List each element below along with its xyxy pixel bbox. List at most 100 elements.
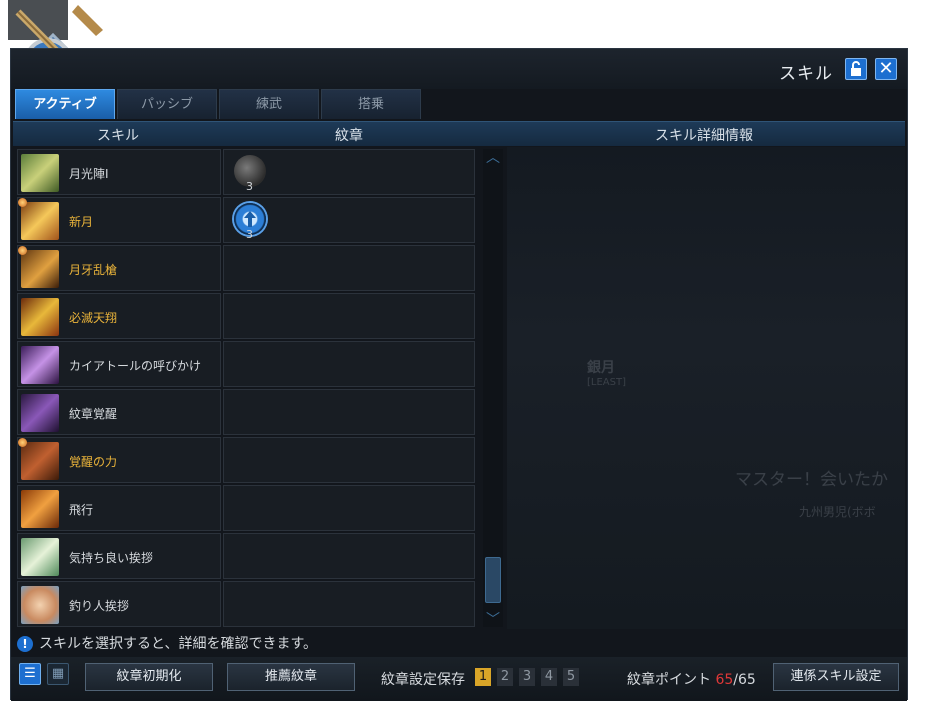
skill-row[interactable]: 飛行 [17, 485, 477, 531]
scroll-up-icon[interactable]: ︿ [486, 151, 500, 165]
hint-text: スキルを選択すると、詳細を確認できます。 [39, 636, 318, 652]
moon-array-icon[interactable] [21, 154, 59, 192]
skill-cell[interactable]: 月牙乱槍 [17, 245, 221, 291]
awaken-marker-icon [18, 198, 27, 207]
hint-message: ! スキルを選択すると、詳細を確認できます。 [17, 633, 317, 655]
awaken-marker-icon [18, 438, 27, 447]
emblem-count: 3 [246, 180, 253, 193]
emblem-cell[interactable] [223, 485, 475, 531]
scroll-thumb[interactable] [485, 557, 501, 603]
skill-name: 月牙乱槍 [69, 263, 118, 277]
skill-name: 必滅天翔 [69, 311, 118, 325]
emblem-cell[interactable] [223, 437, 475, 483]
skill-row[interactable]: 気持ち良い挨拶 [17, 533, 477, 579]
window-title: スキル [779, 64, 833, 84]
linked-skill-settings-button[interactable]: 連係スキル設定 [773, 663, 899, 691]
save-slot-3[interactable]: 3 [519, 668, 535, 686]
emblem-points-used: 65 [715, 672, 734, 688]
info-icon: ! [17, 636, 33, 652]
skill-row[interactable]: 月牙乱槍 [17, 245, 477, 291]
detail-ghost-name: 銀月 [587, 360, 615, 376]
skill-cell[interactable]: 覚醒の力 [17, 437, 221, 483]
emblem-cell[interactable] [223, 341, 475, 387]
emblem-count: 3 [246, 228, 253, 241]
emblem-points-label: 紋章ポイント [627, 672, 711, 688]
skill-window: スキル ✕ アクティブ パッシブ 練武 搭乗 スキル 紋章 スキル詳細情報 月光… [10, 48, 908, 701]
skill-row[interactable]: 覚醒の力 [17, 437, 477, 483]
awaken-marker-icon [18, 246, 27, 255]
save-slot-2[interactable]: 2 [497, 668, 513, 686]
skill-detail-panel: 銀月 [LEAST] マスター！会いたか 九州男児(ボボ [507, 147, 905, 629]
emblem-reset-button[interactable]: 紋章初期化 [85, 663, 213, 691]
new-moon-icon[interactable] [21, 202, 59, 240]
detail-ghost-sub: [LEAST] [587, 377, 626, 388]
lock-icon [851, 61, 861, 76]
skill-row[interactable]: 必滅天翔 [17, 293, 477, 339]
emblem-points: 紋章ポイント 65/65 [627, 669, 756, 689]
emblem-points-total: /65 [733, 672, 756, 688]
scroll-down-icon[interactable]: ﹀ [486, 613, 500, 627]
skill-name: カイアトールの呼びかけ [69, 359, 202, 373]
skill-name: 覚醒の力 [69, 455, 118, 469]
skill-cell[interactable]: 飛行 [17, 485, 221, 531]
skill-cell[interactable]: 月光陣Ⅰ [17, 149, 221, 195]
close-icon: ✕ [878, 58, 894, 79]
list-view-icon: ☰ [24, 666, 36, 681]
close-button[interactable]: ✕ [875, 58, 897, 80]
emblem-cell[interactable] [223, 245, 475, 291]
tab-bar: アクティブ パッシブ 練武 搭乗 [15, 89, 421, 119]
emblem-cell[interactable] [223, 533, 475, 579]
emblem-cell[interactable]: 3 [223, 149, 475, 195]
skill-name: 新月 [69, 215, 94, 229]
tab-passive[interactable]: パッシブ [117, 89, 217, 119]
recommended-emblem-button[interactable]: 推薦紋章 [227, 663, 355, 691]
emblem-awaken-icon[interactable] [21, 394, 59, 432]
emblem-cell[interactable] [223, 389, 475, 435]
lock-button[interactable] [845, 58, 867, 80]
title-bar[interactable]: スキル ✕ [11, 49, 907, 89]
detail-ghost-quote: マスター！会いたか [735, 470, 888, 490]
column-header: スキル 紋章 スキル詳細情報 [13, 121, 905, 146]
angler-greeting-icon[interactable] [21, 586, 59, 624]
skill-cell[interactable]: 気持ち良い挨拶 [17, 533, 221, 579]
kaiatol-call-icon[interactable] [21, 346, 59, 384]
awaken-power-icon[interactable] [21, 442, 59, 480]
skill-cell[interactable]: 釣り人挨拶 [17, 581, 221, 627]
skill-name: 飛行 [69, 503, 94, 517]
skill-name: 月光陣Ⅰ [69, 167, 109, 181]
emblem-cell[interactable] [223, 581, 475, 627]
skill-row[interactable]: 釣り人挨拶 [17, 581, 477, 627]
column-emblem: 紋章 [335, 128, 363, 144]
grid-view-button[interactable]: ▦ [47, 663, 69, 685]
scrollbar[interactable]: ︿ ﹀ [483, 149, 503, 627]
emblem-save-label: 紋章設定保存 [381, 672, 465, 688]
skill-name: 気持ち良い挨拶 [69, 551, 154, 565]
skill-row[interactable]: カイアトールの呼びかけ [17, 341, 477, 387]
grid-view-icon: ▦ [51, 666, 65, 681]
skill-row[interactable]: 新月 3 [17, 197, 477, 243]
crescent-spear-icon[interactable] [21, 250, 59, 288]
emblem-cell[interactable]: 3 [223, 197, 475, 243]
skill-cell[interactable]: 新月 [17, 197, 221, 243]
tab-active[interactable]: アクティブ [15, 89, 115, 119]
skill-cell[interactable]: 紋章覚醒 [17, 389, 221, 435]
heaven-soar-icon[interactable] [21, 298, 59, 336]
skill-row[interactable]: 紋章覚醒 [17, 389, 477, 435]
emblem-cell[interactable] [223, 293, 475, 339]
skill-cell[interactable]: カイアトールの呼びかけ [17, 341, 221, 387]
detail-ghost-subquote: 九州男児(ボボ [799, 505, 876, 519]
save-slot-5[interactable]: 5 [563, 668, 579, 686]
skill-list: 月光陣Ⅰ 3 新月 3 月牙乱槍必滅天翔カイアトールの呼びかけ紋章覚醒覚醒の力飛行気持ち… [17, 149, 477, 629]
greeting-icon[interactable] [21, 538, 59, 576]
column-detail: スキル詳細情報 [655, 128, 753, 144]
skill-cell[interactable]: 必滅天翔 [17, 293, 221, 339]
save-slot-4[interactable]: 4 [541, 668, 557, 686]
bottom-bar: ☰ ▦ 紋章初期化 推薦紋章 紋章設定保存 1 2 3 4 5 紋章ポイント 6… [11, 657, 907, 701]
save-slot-1[interactable]: 1 [475, 668, 491, 686]
tab-mount[interactable]: 搭乗 [321, 89, 421, 119]
flight-icon[interactable] [21, 490, 59, 528]
skill-name: 釣り人挨拶 [69, 599, 130, 613]
list-view-button[interactable]: ☰ [19, 663, 41, 685]
tab-training[interactable]: 練武 [219, 89, 319, 119]
skill-row[interactable]: 月光陣Ⅰ 3 [17, 149, 477, 195]
